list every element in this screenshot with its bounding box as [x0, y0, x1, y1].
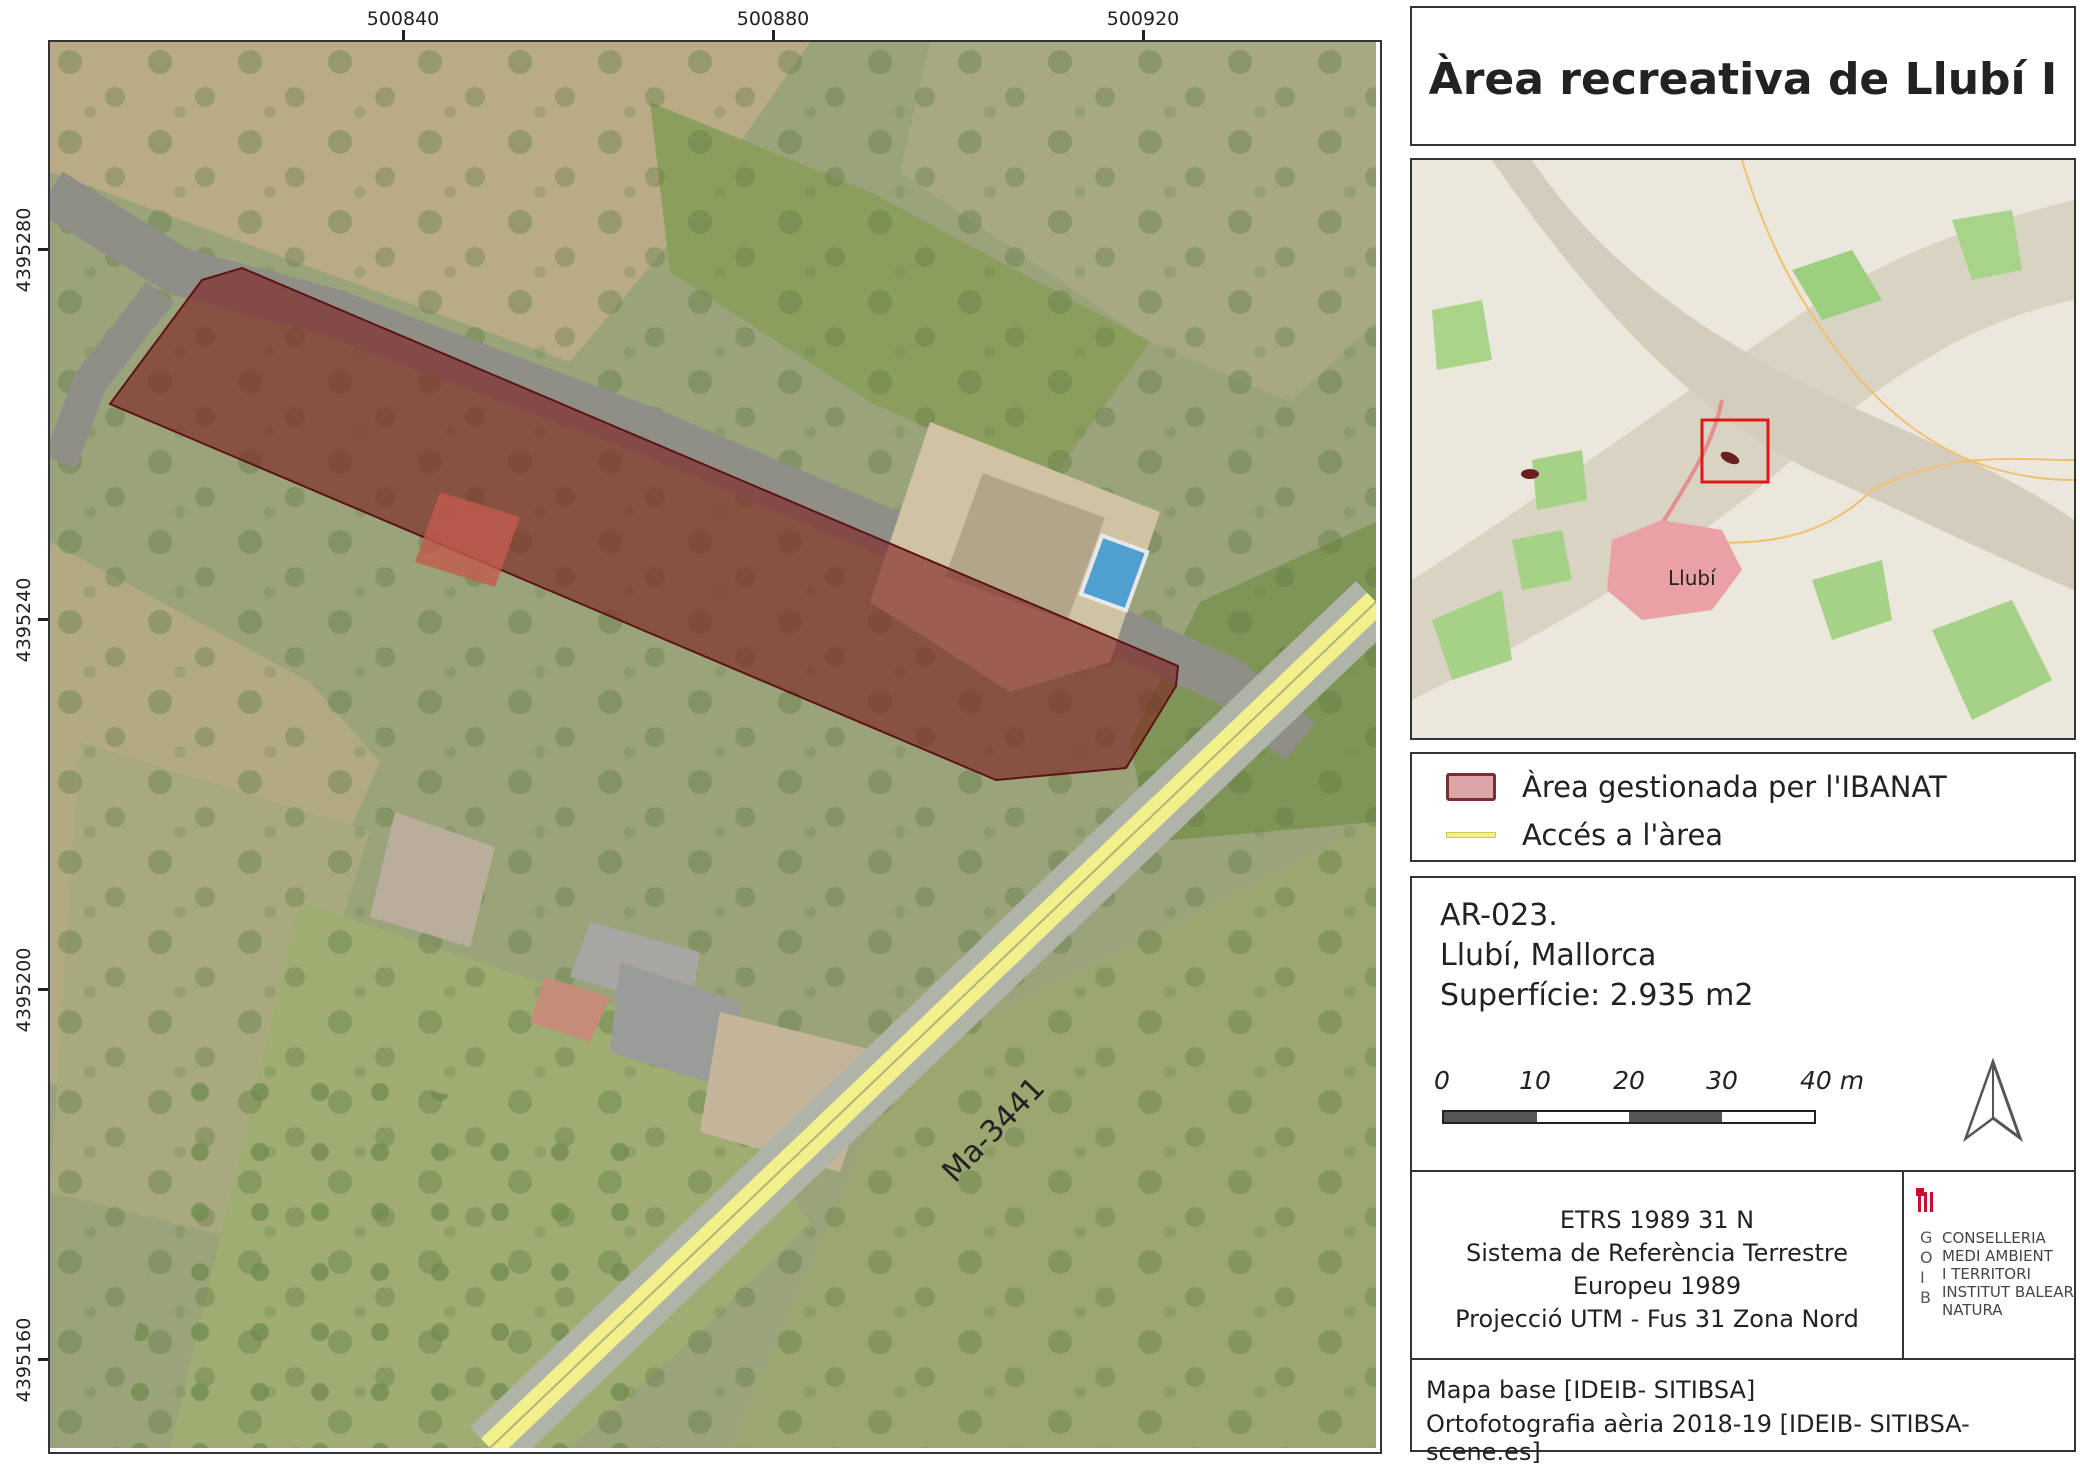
- source-line: Mapa base [IDEIB- SITIBSA]: [1426, 1376, 1756, 1404]
- logo-text: INSTITUT BALEAR: [1942, 1283, 2074, 1301]
- coord-x-label: 500840: [366, 8, 440, 30]
- coord-y-label: 4395280: [13, 207, 35, 293]
- scalebar-label: 10: [1519, 1066, 1551, 1095]
- crs-line: Sistema de Referència Terrestre: [1466, 1239, 1848, 1267]
- title-panel: Àrea recreativa de Llubí I: [1410, 6, 2076, 146]
- scalebar: [1442, 1110, 1816, 1124]
- logo-text: I TERRITORI: [1942, 1265, 2031, 1283]
- logo-text: CONSELLERIA: [1942, 1229, 2046, 1247]
- overview-map[interactable]: Llubí: [1410, 158, 2076, 740]
- coord-x-label: 500880: [736, 8, 810, 30]
- aerial-imagery: Ma-3441: [50, 42, 1376, 1448]
- logo-letter: G: [1920, 1228, 1935, 1247]
- info-panel: AR-023. Llubí, Mallorca Superfície: 2.93…: [1410, 876, 2076, 1172]
- legend-item-managed-area: Àrea gestionada per l'IBANAT: [1446, 770, 1947, 804]
- logo-letter: B: [1920, 1288, 1933, 1307]
- coord-y-label: 4395160: [13, 1317, 35, 1403]
- line-swatch-icon: [1446, 831, 1496, 839]
- crs-line: Europeu 1989: [1572, 1272, 1742, 1300]
- scalebar-label: 40 m: [1799, 1066, 1865, 1095]
- scalebar-label: 0: [1434, 1066, 1450, 1095]
- coord-x-label: 500920: [1106, 8, 1180, 30]
- goib-flag-icon: [1916, 1188, 1938, 1214]
- legend-label: Àrea gestionada per l'IBANAT: [1522, 770, 1947, 804]
- area-location: Llubí, Mallorca: [1440, 938, 1657, 973]
- legend-item-access: Accés a l'àrea: [1446, 818, 1723, 852]
- scalebar-label: 20: [1613, 1066, 1645, 1095]
- source-line: Ortofotografia aèria 2018-19 [IDEIB- SIT…: [1426, 1410, 1970, 1466]
- area-code: AR-023.: [1440, 898, 1558, 933]
- scalebar-label: 30: [1706, 1066, 1738, 1095]
- area-surface: Superfície: 2.935 m2: [1440, 978, 1754, 1013]
- coord-y-label: 4395200: [13, 947, 35, 1033]
- logo-text: MEDI AMBIENT: [1942, 1247, 2053, 1265]
- overview-town-label: Llubí: [1668, 566, 1717, 590]
- logo-letter: O: [1920, 1248, 1935, 1267]
- logo-text: NATURA: [1942, 1301, 2003, 1319]
- polygon-swatch-icon: [1446, 773, 1496, 801]
- logo-letter: I: [1920, 1268, 1927, 1287]
- north-arrow-icon: [1962, 1058, 2024, 1143]
- crs-line: Projecció UTM - Fus 31 Zona Nord: [1455, 1305, 1859, 1333]
- map-title: Àrea recreativa de Llubí I: [1428, 54, 2058, 105]
- legend-label: Accés a l'àrea: [1522, 818, 1724, 852]
- crs-panel: ETRS 1989 31 N Sistema de Referència Ter…: [1410, 1170, 2076, 1360]
- main-map[interactable]: Ma-3441: [48, 40, 1382, 1454]
- source-panel: Mapa base [IDEIB- SITIBSA] Ortofotografi…: [1410, 1358, 2076, 1466]
- coord-y-label: 4395240: [13, 577, 35, 663]
- overview-terrain: Llubí: [1412, 160, 2074, 738]
- crs-line: ETRS 1989 31 N: [1559, 1206, 1755, 1234]
- legend-panel: Àrea gestionada per l'IBANAT Accés a l'à…: [1410, 752, 2076, 862]
